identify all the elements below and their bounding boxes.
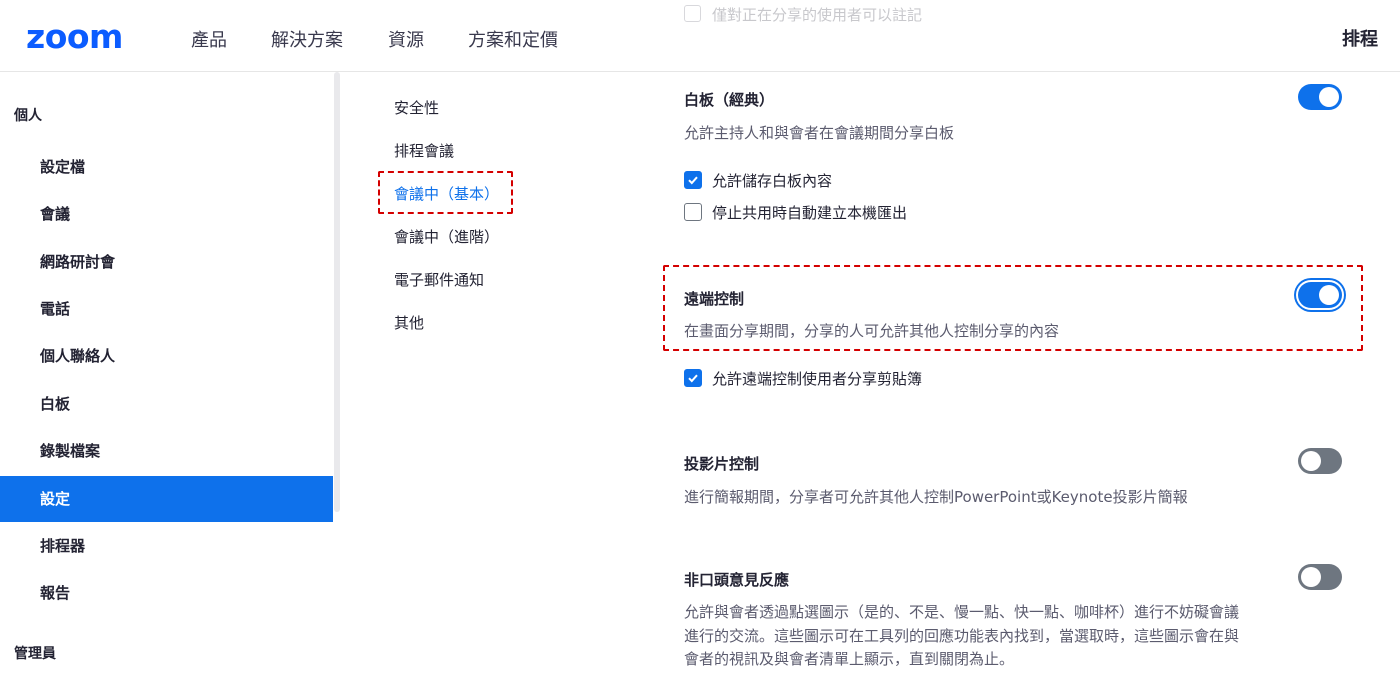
nav-resources[interactable]: 資源 <box>388 26 424 52</box>
top-header: 僅對正在分享的使用者可以註記 zoom 產品 解決方案 資源 方案和定價 排程 <box>0 0 1400 72</box>
remote-control-title: 遠端控制 <box>684 290 745 308</box>
whiteboard-title: 白板（經典） <box>684 91 775 109</box>
sidebar-item-scheduler[interactable]: 排程器 <box>0 523 333 569</box>
remote-control-desc: 在畫面分享期間，分享的人可允許其他人控制分享的內容 <box>684 322 1060 340</box>
whiteboard-option-save[interactable]: 允許儲存白板內容 <box>684 170 832 190</box>
sidebar-item-contacts[interactable]: 個人聯絡人 <box>0 333 333 379</box>
partial-option-label: 僅對正在分享的使用者可以註記 <box>712 6 923 24</box>
checkbox-label: 允許儲存白板內容 <box>712 171 833 190</box>
nav-solutions[interactable]: 解決方案 <box>271 26 343 52</box>
slide-control-toggle[interactable] <box>1298 448 1342 474</box>
whiteboard-desc: 允許主持人和與會者在會議期間分享白板 <box>684 124 955 142</box>
sidebar-section-admin: 管理員 <box>14 646 56 662</box>
whiteboard-option-auto-export[interactable]: 停止共用時自動建立本機匯出 <box>684 202 907 222</box>
checkbox-checked[interactable] <box>684 369 702 387</box>
nonverbal-feedback-toggle[interactable] <box>1298 564 1342 590</box>
toggle-knob <box>1319 87 1339 107</box>
checkbox-unchecked[interactable] <box>684 203 702 221</box>
toggle-knob <box>1301 567 1321 587</box>
subnav-schedule-meeting[interactable]: 排程會議 <box>394 140 454 161</box>
sidebar-item-settings[interactable]: 設定 <box>0 476 333 522</box>
sidebar-item-meetings[interactable]: 會議 <box>0 191 333 237</box>
sidebar-item-whiteboards[interactable]: 白板 <box>0 381 333 427</box>
subnav-other[interactable]: 其他 <box>394 312 424 333</box>
sidebar-item-phone[interactable]: 電話 <box>0 286 333 332</box>
subnav-security[interactable]: 安全性 <box>394 97 439 118</box>
toggle-knob <box>1301 451 1321 471</box>
subnav-in-meeting-advanced[interactable]: 會議中（進階） <box>394 226 499 247</box>
sidebar-item-reports[interactable]: 報告 <box>0 570 333 616</box>
sidebar-item-recordings[interactable]: 錄製檔案 <box>0 428 333 474</box>
subnav-in-meeting-basic[interactable]: 會議中（基本） <box>394 183 499 204</box>
slide-control-title: 投影片控制 <box>684 455 760 473</box>
zoom-logo[interactable]: zoom <box>26 17 123 56</box>
sidebar-item-profile[interactable]: 設定檔 <box>0 144 333 190</box>
checkbox-label: 允許遠端控制使用者分享剪貼簿 <box>712 369 923 388</box>
nonverbal-feedback-desc-line-1: 允許與會者透過點選圖示（是的、不是、慢一點、快一點、咖啡杯）進行不妨礙會議 <box>684 603 1240 621</box>
sidebar-section-personal: 個人 <box>14 108 42 124</box>
partial-checkbox[interactable] <box>684 5 701 22</box>
remote-control-option-clipboard[interactable]: 允許遠端控制使用者分享剪貼簿 <box>684 368 922 388</box>
whiteboard-toggle[interactable] <box>1298 84 1342 110</box>
subnav-email-notification[interactable]: 電子郵件通知 <box>394 269 484 290</box>
sidebar-item-webinars[interactable]: 網路研討會 <box>0 239 333 285</box>
slide-control-desc: 進行簡報期間，分享者可允許其他人控制PowerPoint或Keynote投影片簡… <box>684 488 1188 506</box>
checkbox-label: 停止共用時自動建立本機匯出 <box>712 203 908 222</box>
nav-products[interactable]: 產品 <box>191 26 227 52</box>
nonverbal-feedback-desc-line-3: 會者的視訊及與會者清單上顯示，直到關閉為止。 <box>684 650 1015 668</box>
sidebar-scrollbar[interactable] <box>334 72 340 512</box>
nav-schedule[interactable]: 排程 <box>1342 25 1378 51</box>
remote-control-toggle[interactable] <box>1298 282 1342 308</box>
nonverbal-feedback-title: 非口頭意見反應 <box>684 571 790 589</box>
toggle-knob <box>1319 285 1339 305</box>
checkbox-checked[interactable] <box>684 171 702 189</box>
nav-plans-pricing[interactable]: 方案和定價 <box>468 26 558 52</box>
